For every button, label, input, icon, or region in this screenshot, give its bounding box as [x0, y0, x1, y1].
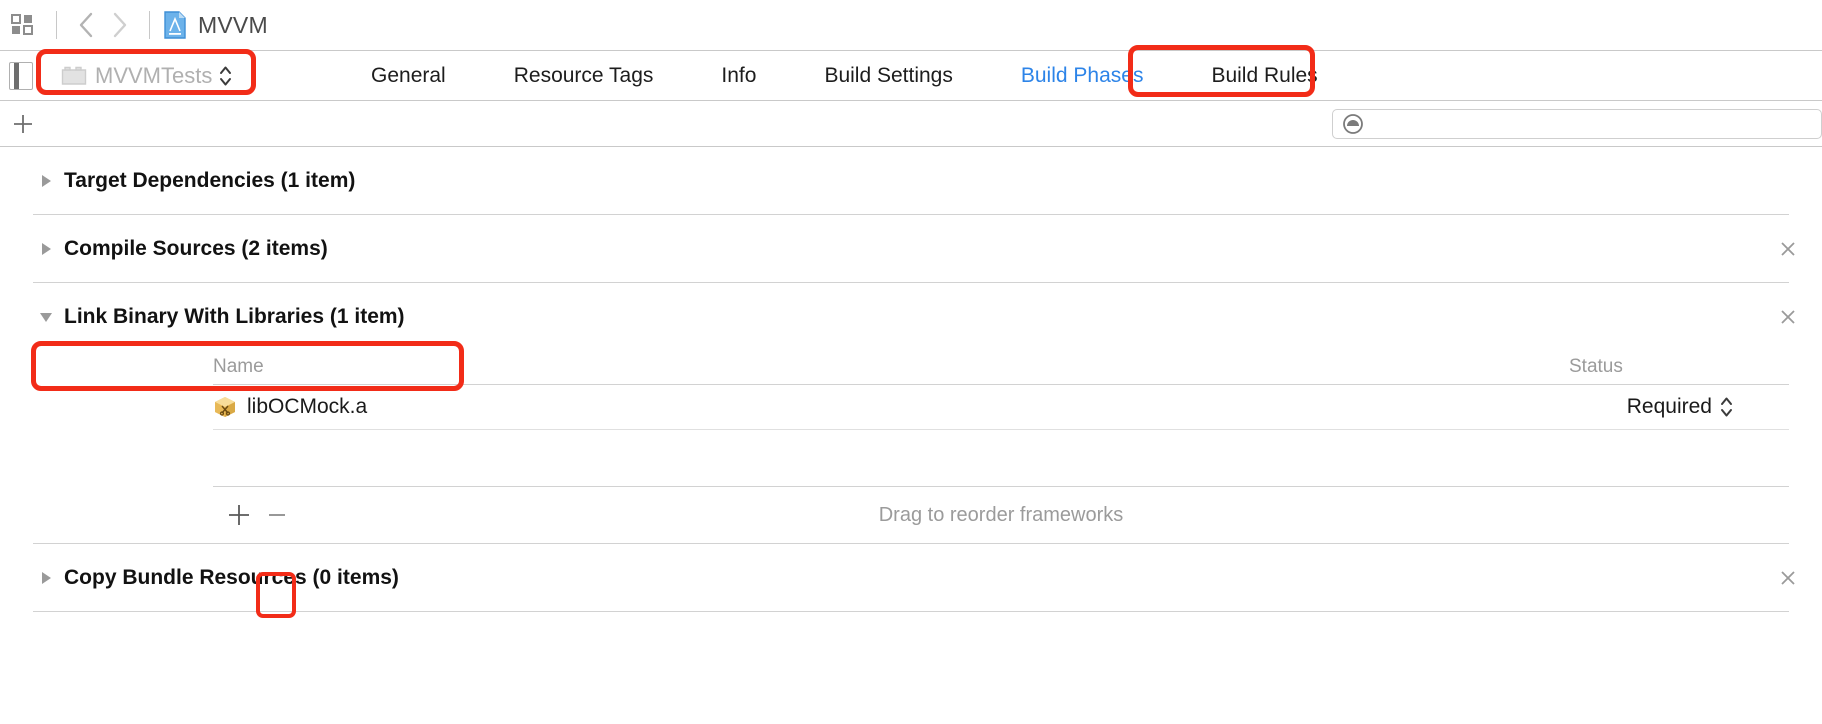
build-phases-list: Target Dependencies (1 item) Compile Sou…: [0, 147, 1822, 612]
static-library-icon: [213, 395, 237, 419]
phase-title-compile-sources: Compile Sources (2 items): [64, 236, 328, 260]
target-selector[interactable]: MVVMTests: [55, 60, 240, 92]
tab-build-rules[interactable]: Build Rules: [1195, 64, 1333, 88]
tab-resource-tags[interactable]: Resource Tags: [498, 64, 670, 88]
table-empty-area: [213, 430, 1789, 486]
search-filter-icon: [1342, 113, 1364, 135]
stepper-up-down-icon[interactable]: [219, 64, 232, 88]
add-framework-button[interactable]: [223, 499, 255, 531]
chevron-left-icon[interactable]: [69, 8, 103, 42]
target-name-label: MVVMTests: [95, 62, 213, 88]
project-navigator-icon[interactable]: [8, 10, 38, 40]
table-row[interactable]: libOCMock.a Required: [213, 385, 1789, 430]
table-header-row: Name Status: [213, 350, 1789, 385]
tab-build-settings[interactable]: Build Settings: [808, 64, 968, 88]
phase-row-copy-bundle-resources[interactable]: Copy Bundle Resources (0 items): [0, 544, 1822, 611]
tab-build-phases[interactable]: Build Phases: [1005, 64, 1160, 88]
phase-title-target-dependencies: Target Dependencies (1 item): [64, 168, 356, 192]
linked-libraries-table: Name Status libOCMock.a Required Drag to…: [0, 350, 1822, 543]
close-icon[interactable]: [1776, 305, 1800, 329]
toolbar-navigation: MVVM: [0, 0, 1822, 50]
triangle-right-icon[interactable]: [36, 241, 56, 257]
tab-general[interactable]: General: [355, 64, 462, 88]
stepper-up-down-icon[interactable]: [1720, 395, 1733, 419]
triangle-down-icon[interactable]: [36, 309, 56, 325]
chevron-right-icon[interactable]: [103, 8, 137, 42]
phase-row-target-dependencies[interactable]: Target Dependencies (1 item): [0, 147, 1822, 214]
column-header-name: Name: [213, 356, 264, 377]
toggle-target-list-button[interactable]: [9, 61, 33, 90]
tab-list: General Resource Tags Info Build Setting…: [355, 51, 1334, 100]
folder-icon: [61, 65, 87, 86]
close-icon[interactable]: [1776, 566, 1800, 590]
tab-info[interactable]: Info: [705, 64, 772, 88]
remove-framework-button[interactable]: [261, 499, 293, 531]
phase-divider-4: [33, 611, 1789, 612]
phase-title-link-binary-with-libraries: Link Binary With Libraries (1 item): [64, 304, 405, 328]
toolbar-divider: [56, 11, 57, 39]
triangle-right-icon[interactable]: [36, 570, 56, 586]
drag-reorder-hint: Drag to reorder frameworks: [878, 503, 1124, 526]
library-status-label: Required: [1626, 395, 1712, 418]
library-name-cell: libOCMock.a: [213, 395, 1569, 419]
libraries-footer: Drag to reorder frameworks: [213, 486, 1789, 543]
library-status-cell[interactable]: Required: [1569, 395, 1789, 419]
library-name-label: libOCMock.a: [247, 395, 368, 418]
phase-row-compile-sources[interactable]: Compile Sources (2 items): [0, 215, 1822, 282]
breadcrumb[interactable]: MVVM: [198, 12, 268, 39]
build-phases-toolbar: [0, 101, 1822, 147]
column-header-status: Status: [1569, 356, 1623, 377]
phase-title-copy-bundle-resources: Copy Bundle Resources (0 items): [64, 565, 399, 589]
phase-row-link-binary-with-libraries[interactable]: Link Binary With Libraries (1 item): [0, 283, 1822, 350]
search-input[interactable]: [1332, 109, 1822, 139]
triangle-right-icon[interactable]: [36, 173, 56, 189]
add-build-phase-button[interactable]: [10, 111, 36, 137]
close-icon[interactable]: [1776, 237, 1800, 261]
target-tab-bar: MVVMTests General Resource Tags Info Bui…: [0, 50, 1822, 101]
toolbar-divider-2: [149, 11, 150, 39]
xcode-project-document-icon: [162, 10, 188, 40]
